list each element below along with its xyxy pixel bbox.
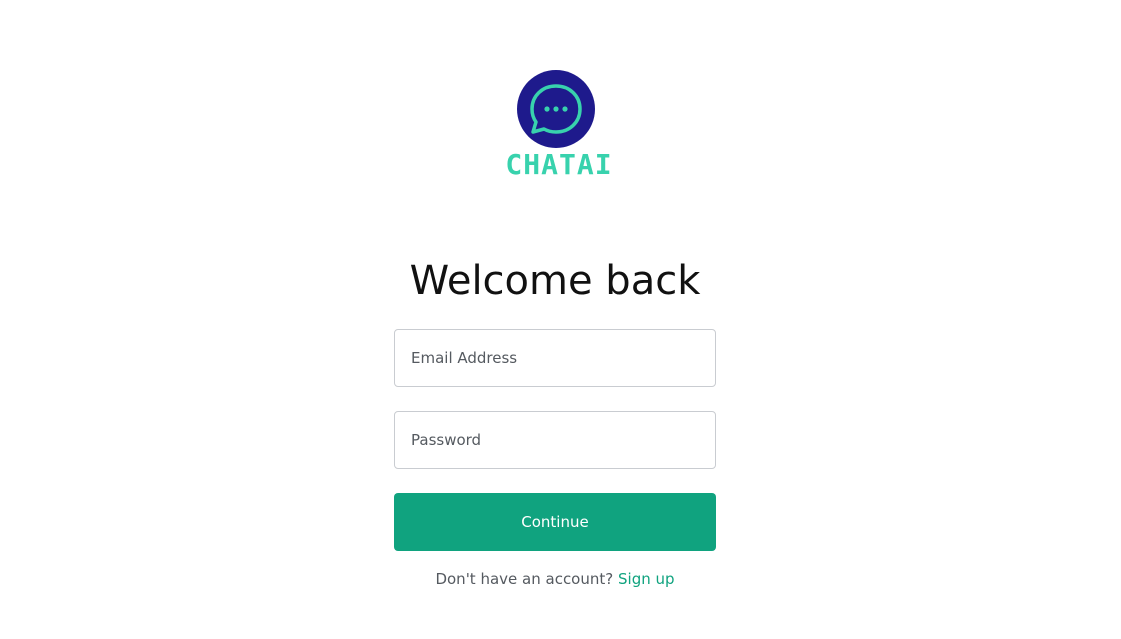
email-field[interactable] xyxy=(394,329,716,387)
chat-bubble-dots-icon xyxy=(517,70,595,148)
brand-name: CHATAI xyxy=(505,148,613,181)
page-title: Welcome back xyxy=(409,258,701,304)
signup-link[interactable]: Sign up xyxy=(618,570,675,588)
signup-prompt-text: Don't have an account? xyxy=(435,570,614,588)
signup-prompt-line: Don't have an account? Sign up xyxy=(394,568,716,590)
login-page: CHATAI Welcome back Continue Don't have … xyxy=(0,0,1121,639)
brand-logo: CHATAI xyxy=(497,68,621,182)
password-field[interactable] xyxy=(394,411,716,469)
continue-button[interactable]: Continue xyxy=(394,493,716,551)
